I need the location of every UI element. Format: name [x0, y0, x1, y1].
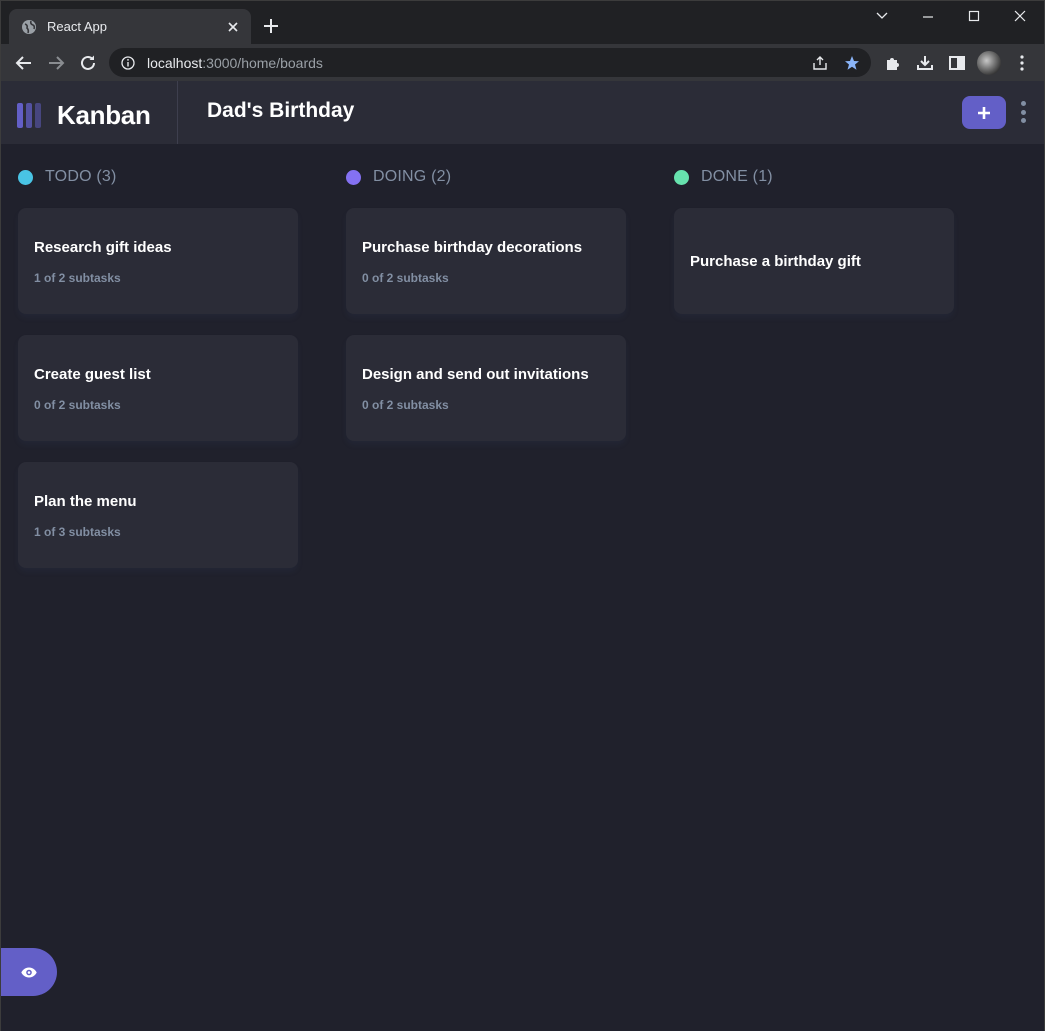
reload-icon[interactable]	[78, 53, 98, 73]
address-bar[interactable]: localhost:3000/home/boards	[109, 48, 871, 77]
task-subtasks: 1 of 3 subtasks	[34, 525, 121, 539]
brand-name: Kanban	[57, 100, 151, 130]
column-title: TODO (3)	[45, 168, 117, 185]
column-done: DONE (1) Purchase a birthday gift	[674, 167, 954, 314]
tab-search-chevron-icon[interactable]	[873, 7, 891, 25]
extensions-puzzle-icon[interactable]	[883, 53, 903, 73]
task-title: Purchase birthday decorations	[362, 239, 583, 256]
browser-menu-icon[interactable]	[1012, 53, 1032, 73]
minimize-icon[interactable]	[919, 7, 937, 25]
column-status-dot	[18, 169, 33, 185]
column-doing: DOING (2) Purchase birthday decorations …	[346, 167, 626, 441]
back-arrow-icon[interactable]	[14, 53, 34, 73]
kanban-logo: Kanban	[17, 100, 151, 131]
task-subtasks: 0 of 2 subtasks	[362, 271, 449, 285]
plus-icon	[978, 106, 990, 119]
column-status-dot	[674, 169, 689, 185]
header-divider	[177, 81, 178, 144]
task-title: Purchase a birthday gift	[690, 253, 861, 270]
add-task-button[interactable]	[962, 96, 1006, 129]
close-window-icon[interactable]	[1011, 7, 1029, 25]
task-card[interactable]: Create guest list 0 of 2 subtasks	[18, 335, 298, 441]
task-card[interactable]: Design and send out invitations 0 of 2 s…	[346, 335, 626, 441]
download-icon[interactable]	[915, 53, 935, 73]
url-path: :3000/home/boards	[202, 54, 323, 71]
browser-tabstrip: React App	[1, 1, 1044, 44]
board-menu-icon[interactable]	[1019, 101, 1027, 123]
url-text: localhost:3000/home/boards	[147, 55, 323, 71]
column-title: DONE (1)	[701, 168, 773, 185]
task-title: Plan the menu	[34, 493, 137, 510]
board-title: Dad's Birthday	[207, 99, 355, 122]
eye-icon	[21, 967, 37, 977]
show-sidebar-button[interactable]	[1, 948, 57, 996]
task-card[interactable]: Purchase a birthday gift	[674, 208, 954, 314]
task-subtasks: 0 of 2 subtasks	[362, 398, 449, 412]
browser-toolbar: localhost:3000/home/boards	[1, 44, 1044, 81]
column-todo: TODO (3) Research gift ideas 1 of 2 subt…	[18, 167, 298, 568]
share-icon[interactable]	[811, 54, 829, 72]
column-title: DOING (2)	[373, 168, 452, 185]
column-status-dot	[346, 169, 361, 185]
new-tab-icon[interactable]	[263, 18, 279, 34]
globe-icon	[21, 19, 37, 35]
browser-tab[interactable]: React App	[9, 9, 251, 44]
task-card[interactable]: Plan the menu 1 of 3 subtasks	[18, 462, 298, 568]
task-title: Design and send out invitations	[362, 366, 589, 383]
kanban-logo-icon	[17, 103, 41, 128]
side-panel-icon[interactable]	[947, 53, 967, 73]
task-subtasks: 0 of 2 subtasks	[34, 398, 121, 412]
app-header: Kanban Dad's Birthday	[1, 81, 1044, 144]
task-card[interactable]: Purchase birthday decorations 0 of 2 sub…	[346, 208, 626, 314]
forward-arrow-icon[interactable]	[46, 53, 66, 73]
site-info-icon[interactable]	[121, 55, 135, 70]
kanban-app: Kanban Dad's Birthday TODO (3) Research …	[1, 81, 1044, 1031]
profile-avatar[interactable]	[977, 51, 1001, 75]
url-host: localhost	[147, 54, 203, 71]
close-tab-icon[interactable]	[225, 19, 241, 35]
task-title: Create guest list	[34, 366, 151, 383]
task-title: Research gift ideas	[34, 239, 172, 256]
maximize-icon[interactable]	[965, 7, 983, 25]
tab-title: React App	[47, 19, 107, 34]
task-card[interactable]: Research gift ideas 1 of 2 subtasks	[18, 208, 298, 314]
task-subtasks: 1 of 2 subtasks	[34, 271, 121, 285]
bookmark-star-icon[interactable]	[843, 54, 861, 72]
